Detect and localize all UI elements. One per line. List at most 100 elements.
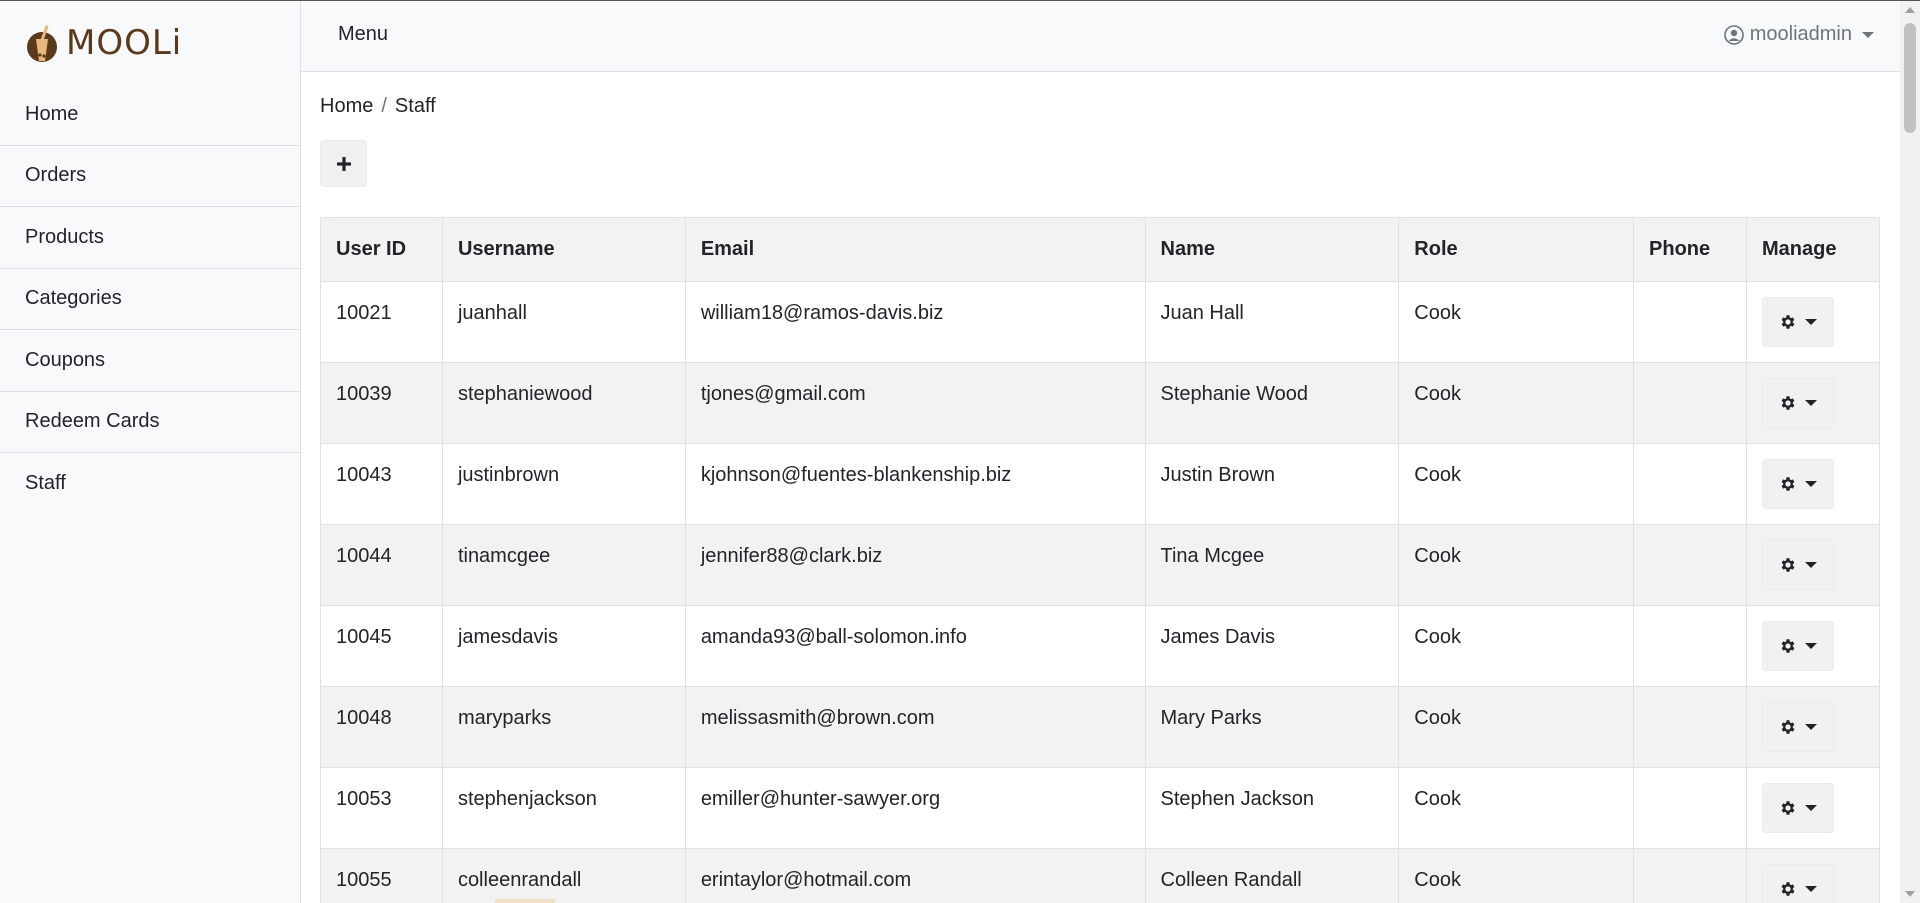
gear-icon bbox=[1781, 801, 1795, 815]
table-row: 10039 stephaniewood tjones@gmail.com Stepha… bbox=[320, 362, 1881, 444]
sidebar: MOOLi Home Orders Products Categories Co… bbox=[0, 1, 301, 903]
sidebar-nav: Home Orders Products Categories Coupons … bbox=[0, 84, 300, 515]
brand-logo-text: MOOLi bbox=[66, 23, 183, 63]
caret-down-icon bbox=[1804, 481, 1817, 487]
cell-manage bbox=[1745, 686, 1881, 768]
cell-email: jennifer88@clark.biz bbox=[684, 524, 1146, 606]
cell-role: Cook bbox=[1398, 686, 1635, 768]
caret-down-icon bbox=[1804, 805, 1817, 811]
table-header-row: User ID Username Email Name Role Phone M… bbox=[320, 217, 1881, 282]
column-header-user-id[interactable]: User ID bbox=[320, 217, 443, 282]
cell-username: maryparks bbox=[441, 686, 686, 768]
cell-manage bbox=[1745, 524, 1881, 606]
manage-dropdown-button[interactable] bbox=[1761, 378, 1834, 428]
staff-table-body: 10021 juanhall william18@ramos-davis.biz Ju… bbox=[320, 281, 1881, 903]
manage-dropdown-button[interactable] bbox=[1761, 702, 1834, 752]
cell-email: amanda93@ball-solomon.info bbox=[684, 605, 1146, 687]
cell-phone bbox=[1633, 443, 1747, 525]
cell-user-id: 10039 bbox=[320, 362, 443, 444]
manage-dropdown-button[interactable] bbox=[1761, 540, 1834, 590]
cell-name: Stephen Jackson bbox=[1144, 767, 1400, 849]
cell-phone bbox=[1633, 605, 1747, 687]
gear-icon bbox=[1781, 639, 1795, 653]
boba-cup-logo-icon bbox=[27, 25, 57, 62]
cell-name: Juan Hall bbox=[1144, 281, 1400, 363]
caret-down-icon bbox=[1804, 319, 1817, 325]
cell-email: kjohnson@fuentes-blankenship.biz bbox=[684, 443, 1146, 525]
cell-email: tjones@gmail.com bbox=[684, 362, 1146, 444]
cell-email: emiller@hunter-sawyer.org bbox=[684, 767, 1146, 849]
sidebar-item-redeem-cards[interactable]: Redeem Cards bbox=[0, 392, 300, 453]
column-header-username[interactable]: Username bbox=[441, 217, 686, 282]
cell-name: Justin Brown bbox=[1144, 443, 1400, 525]
cell-username: juanhall bbox=[441, 281, 686, 363]
cell-username: jamesdavis bbox=[441, 605, 686, 687]
caret-down-icon bbox=[1804, 724, 1817, 730]
table-row: 10048 maryparks melissasmith@brown.com Mary… bbox=[320, 686, 1881, 768]
scrollbar-thumb[interactable] bbox=[1904, 23, 1916, 133]
cell-user-id: 10055 bbox=[320, 848, 443, 903]
table-row: 10021 juanhall william18@ramos-davis.biz Ju… bbox=[320, 281, 1881, 363]
column-header-role[interactable]: Role bbox=[1398, 217, 1635, 282]
cell-user-id: 10045 bbox=[320, 605, 443, 687]
gear-icon bbox=[1781, 720, 1795, 734]
cell-email: erintaylor@hotmail.com bbox=[684, 848, 1146, 903]
caret-down-icon bbox=[1804, 886, 1817, 892]
cell-manage bbox=[1745, 605, 1881, 687]
sidebar-item-categories[interactable]: Categories bbox=[0, 269, 300, 330]
cell-role: Cook bbox=[1398, 767, 1635, 849]
cell-manage bbox=[1745, 767, 1881, 849]
scroll-down-arrow-icon[interactable] bbox=[1905, 891, 1915, 897]
gear-icon bbox=[1781, 558, 1795, 572]
cell-role: Cook bbox=[1398, 524, 1635, 606]
caret-down-icon bbox=[1862, 31, 1874, 38]
cell-name: Stephanie Wood bbox=[1144, 362, 1400, 444]
caret-down-icon bbox=[1804, 400, 1817, 406]
top-navbar: Menu mooliadmin bbox=[301, 1, 1900, 72]
cell-username: justinbrown bbox=[441, 443, 686, 525]
page-scrollbar[interactable] bbox=[1900, 1, 1920, 903]
cell-username: stephenjackson bbox=[441, 767, 686, 849]
cell-role: Cook bbox=[1398, 605, 1635, 687]
breadcrumb-current: Staff bbox=[394, 95, 436, 117]
sidebar-item-products[interactable]: Products bbox=[0, 207, 300, 269]
cell-manage bbox=[1745, 362, 1881, 444]
scroll-up-arrow-icon[interactable] bbox=[1905, 7, 1915, 13]
plus-icon bbox=[336, 156, 351, 171]
add-staff-button[interactable] bbox=[320, 140, 367, 187]
cell-role: Cook bbox=[1398, 362, 1635, 444]
cell-email: william18@ramos-davis.biz bbox=[684, 281, 1146, 363]
column-header-name[interactable]: Name bbox=[1144, 217, 1400, 282]
user-dropdown[interactable]: mooliadmin bbox=[1723, 23, 1874, 46]
sidebar-item-staff[interactable]: Staff bbox=[0, 453, 300, 515]
manage-dropdown-button[interactable] bbox=[1761, 783, 1834, 833]
staff-table: User ID Username Email Name Role Phone M… bbox=[320, 217, 1881, 903]
cell-phone bbox=[1633, 767, 1747, 849]
gear-icon bbox=[1781, 315, 1795, 329]
gear-icon bbox=[1781, 882, 1795, 896]
table-row: 10053 stephenjackson emiller@hunter-sawyer… bbox=[320, 767, 1881, 849]
column-header-email[interactable]: Email bbox=[684, 217, 1146, 282]
cell-name: Colleen Randall bbox=[1144, 848, 1400, 903]
manage-dropdown-button[interactable] bbox=[1761, 621, 1834, 671]
menu-toggle-link[interactable]: Menu bbox=[338, 23, 388, 46]
cell-phone bbox=[1633, 281, 1747, 363]
cell-name: Tina Mcgee bbox=[1144, 524, 1400, 606]
cell-role: Cook bbox=[1398, 848, 1635, 903]
sidebar-item-home[interactable]: Home bbox=[0, 84, 300, 146]
manage-dropdown-button[interactable] bbox=[1761, 297, 1834, 347]
brand-logo[interactable]: MOOLi bbox=[26, 21, 182, 65]
cell-email: melissasmith@brown.com bbox=[684, 686, 1146, 768]
breadcrumb-home-link[interactable]: Home bbox=[320, 95, 373, 117]
cell-phone bbox=[1633, 362, 1747, 444]
sidebar-item-orders[interactable]: Orders bbox=[0, 146, 300, 207]
table-row: 10045 jamesdavis amanda93@ball-solomon.inf… bbox=[320, 605, 1881, 687]
manage-dropdown-button[interactable] bbox=[1761, 459, 1834, 509]
column-header-phone[interactable]: Phone bbox=[1633, 217, 1747, 282]
cell-user-id: 10043 bbox=[320, 443, 443, 525]
gear-icon bbox=[1781, 477, 1795, 491]
sidebar-item-coupons[interactable]: Coupons bbox=[0, 330, 300, 392]
manage-dropdown-button[interactable] bbox=[1761, 864, 1834, 903]
username-label: mooliadmin bbox=[1749, 23, 1852, 45]
cell-role: Cook bbox=[1398, 443, 1635, 525]
